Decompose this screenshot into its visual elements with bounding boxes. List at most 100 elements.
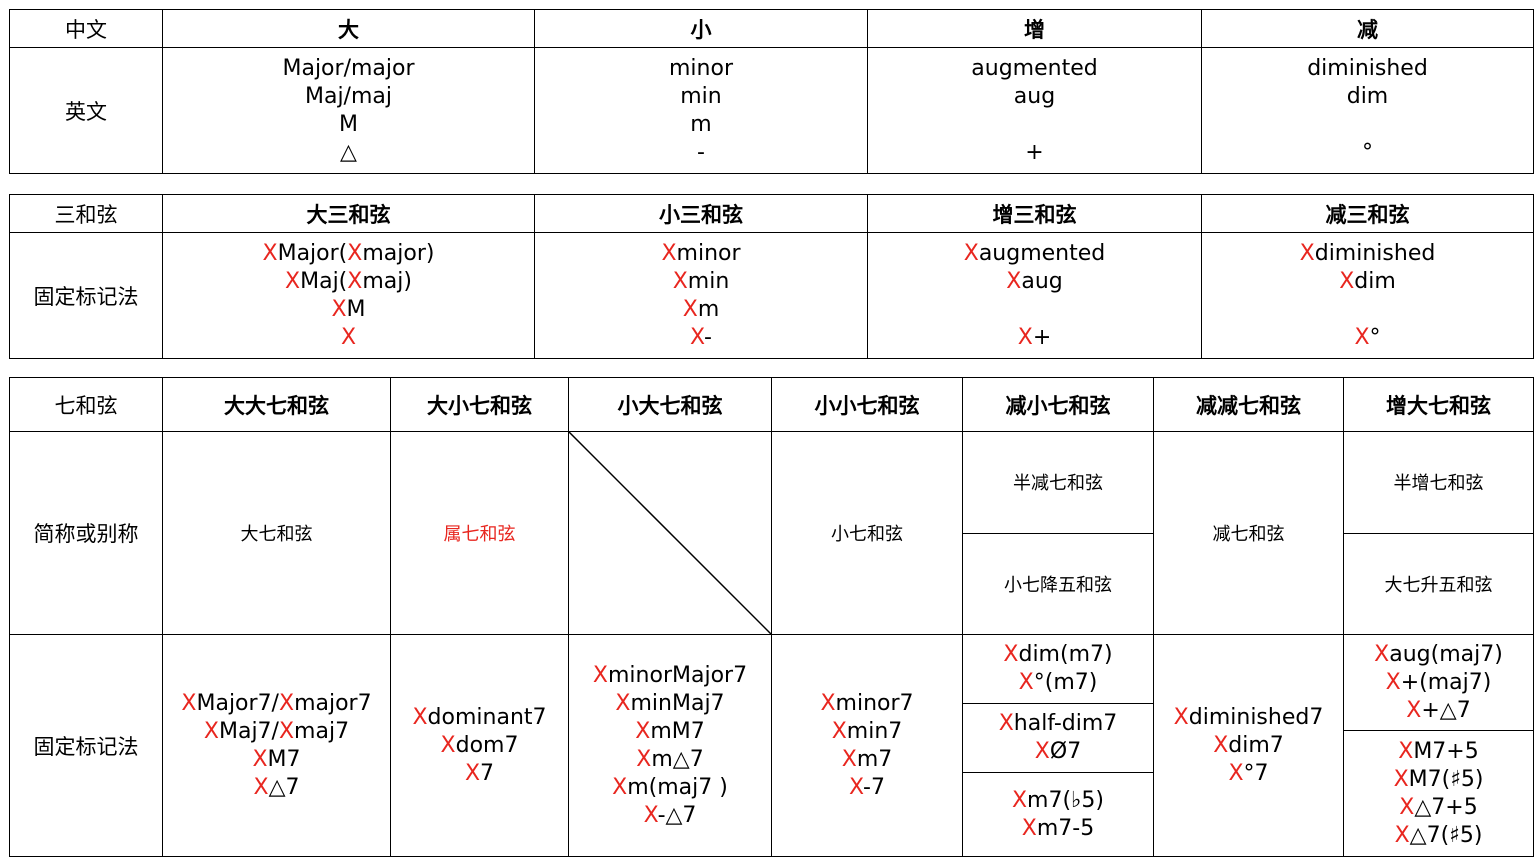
- notation-line: XM: [163, 296, 534, 324]
- chord-symbol: 7: [480, 760, 495, 786]
- cell-notation-diminished-triad: Xdiminished Xdim X°: [1201, 232, 1534, 359]
- notation-line: XØ7: [963, 738, 1153, 766]
- header-minor-minor-seventh: 小小七和弦: [771, 377, 963, 432]
- row-label-seventh-notation: 固定标记法: [9, 634, 163, 857]
- chord-symbol: Major(: [277, 240, 348, 266]
- chord-symbol: diminished7: [1188, 704, 1324, 730]
- header-diminished-seventh: 减减七和弦: [1153, 377, 1344, 432]
- root-placeholder: X: [1399, 794, 1415, 820]
- notation-line: Xdom7: [391, 732, 568, 760]
- header-augmented-major-seventh: 增大七和弦: [1343, 377, 1534, 432]
- notation-line: Xminor7: [772, 690, 962, 718]
- root-placeholder: X: [1398, 738, 1414, 764]
- cell-english-diminished: diminished dim °: [1201, 47, 1534, 174]
- chord-symbol: m7(♭5): [1027, 787, 1105, 813]
- chord-symbol: Maj7/: [218, 718, 279, 744]
- root-placeholder: X: [1006, 268, 1022, 294]
- root-placeholder: X: [340, 324, 357, 350]
- root-placeholder: X: [1385, 669, 1401, 695]
- root-placeholder: X: [347, 240, 363, 266]
- alias-major-minor: 属七和弦: [390, 431, 569, 635]
- chord-symbol: △7+5: [1414, 794, 1478, 820]
- text-line: diminished: [1307, 55, 1428, 81]
- root-placeholder: X: [1017, 324, 1033, 350]
- root-placeholder: X: [1213, 732, 1229, 758]
- notation-line: XminorMajor7: [569, 662, 771, 690]
- chord-symbol: M: [346, 296, 366, 322]
- root-placeholder: X: [1299, 240, 1315, 266]
- notation-line: Xminor: [535, 240, 867, 268]
- root-placeholder: X: [464, 760, 481, 786]
- notation-line: X-7: [772, 774, 962, 802]
- table-seventh-chords: 七和弦 大大七和弦 大小七和弦 小大七和弦 小小七和弦 减小七和弦 减减七和弦 …: [9, 377, 1534, 857]
- root-placeholder: X: [1374, 641, 1390, 667]
- chord-symbol: mM7: [650, 718, 705, 744]
- row-label-english: 英文: [9, 47, 163, 174]
- alias-augmented-major-2: 大七升五和弦: [1343, 532, 1534, 635]
- chord-symbol: Major7/: [196, 690, 279, 716]
- notation-line: Xm7-5: [963, 815, 1153, 843]
- notation-line: Xdominant7: [391, 704, 568, 732]
- root-placeholder: X: [635, 718, 651, 744]
- header-major-minor-seventh: 大小七和弦: [390, 377, 569, 432]
- text-line: m: [690, 111, 712, 137]
- notation-line: Xm△7: [569, 746, 771, 774]
- chord-symbol: °(m7): [1033, 670, 1098, 695]
- notation-line: Xaugmented: [868, 240, 1201, 268]
- text-line: min: [680, 83, 722, 109]
- notation-half-diminished-b: Xhalf-dim7 XØ7: [962, 703, 1154, 773]
- chord-symbol: min7: [846, 718, 903, 744]
- root-placeholder: X: [252, 746, 268, 772]
- text-line: [1202, 111, 1533, 139]
- header-augmented: 增: [867, 9, 1202, 48]
- header-augmented-triad: 增三和弦: [867, 194, 1202, 233]
- root-placeholder: X: [661, 240, 677, 266]
- notation-major-major: XMajor7/Xmajor7 XMaj7/Xmaj7 XM7 X△7: [162, 634, 391, 857]
- chord-symbol: △7(♯5): [1409, 822, 1483, 848]
- text-line: Maj/maj: [304, 83, 392, 109]
- chord-symbol: major): [362, 240, 435, 266]
- root-placeholder: X: [643, 802, 658, 828]
- cell-notation-augmented-triad: Xaugmented Xaug X+: [867, 232, 1202, 359]
- chord-symbol: dim7: [1228, 732, 1284, 758]
- chord-symbol: dim: [1354, 268, 1396, 294]
- chord-symbol: dominant7: [427, 704, 547, 730]
- notation-line: [1202, 296, 1533, 324]
- header-minor-major-seventh: 小大七和弦: [568, 377, 772, 432]
- notation-line: X: [163, 324, 534, 352]
- header-diminished: 减: [1201, 9, 1534, 48]
- alias-minor-minor: 小七和弦: [771, 431, 963, 635]
- chord-symbol: maj): [362, 268, 412, 294]
- notation-line: Xm: [535, 296, 867, 324]
- notation-line: XmM7: [569, 718, 771, 746]
- chord-symbol: min: [687, 268, 730, 294]
- cell-english-minor: minor min m -: [534, 47, 868, 174]
- text-line: △: [340, 139, 357, 165]
- root-placeholder: X: [203, 718, 219, 744]
- notation-line: Xdim(m7): [963, 641, 1153, 669]
- root-placeholder: X: [690, 324, 705, 350]
- chord-symbol: aug(maj7): [1389, 641, 1503, 667]
- notation-line: [868, 296, 1201, 324]
- header-half-diminished-seventh: 减小七和弦: [962, 377, 1154, 432]
- notation-line: Xdim: [1202, 268, 1533, 296]
- row-label-alias: 简称或别称: [9, 431, 163, 635]
- chord-symbol: -7: [863, 774, 885, 800]
- root-placeholder: X: [440, 732, 456, 758]
- notation-line: X°: [1202, 324, 1533, 352]
- notation-line: X+△7: [1344, 697, 1533, 725]
- chord-symbol: +: [1032, 324, 1052, 350]
- alias-diminished: 减七和弦: [1153, 431, 1344, 635]
- root-placeholder: X: [1011, 787, 1028, 813]
- root-placeholder: X: [612, 774, 628, 800]
- notation-line: Xaug(maj7): [1344, 641, 1533, 669]
- chord-symbol: M7: [267, 746, 301, 772]
- chord-symbol: m7: [856, 746, 893, 772]
- diagonal-line: [569, 432, 771, 634]
- root-placeholder: X: [963, 240, 979, 266]
- text-line: Major/major: [282, 55, 415, 81]
- chord-symbol: +(maj7): [1400, 669, 1492, 695]
- text-line: -: [697, 139, 705, 165]
- notation-line: Xm7: [772, 746, 962, 774]
- chord-symbol: °7: [1243, 760, 1269, 786]
